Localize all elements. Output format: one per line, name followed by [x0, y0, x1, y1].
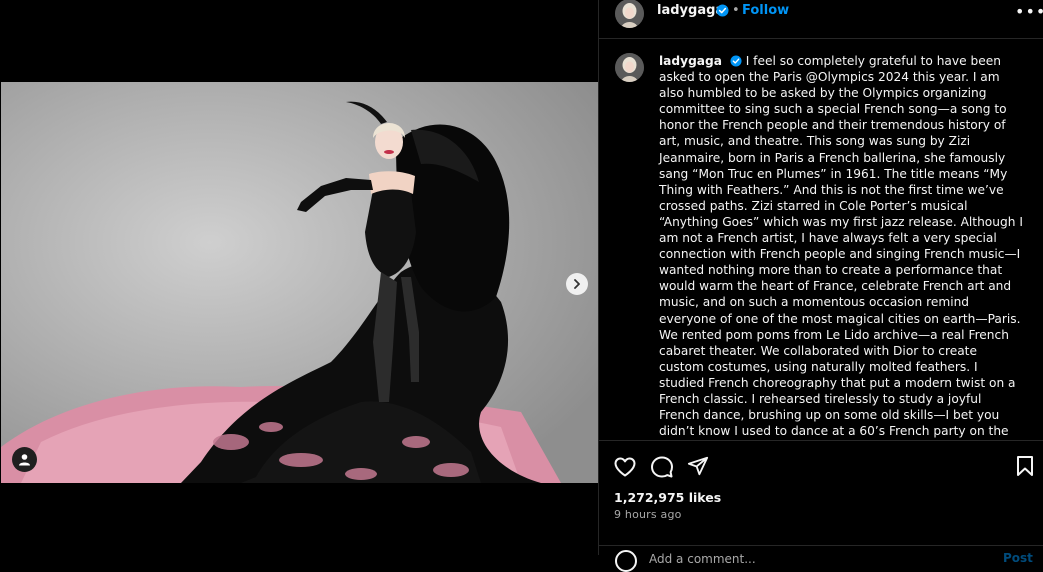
- post-caption: ladygaga I feel so completely grateful t…: [659, 53, 1023, 440]
- post-comment-button[interactable]: Post: [1003, 551, 1033, 565]
- avatar-image: [615, 53, 644, 82]
- post-header: ladygaga • Follow •••: [599, 0, 1043, 39]
- comment-input[interactable]: [647, 551, 981, 567]
- tagged-users-button[interactable]: [12, 447, 37, 472]
- verified-badge-icon: [730, 55, 742, 67]
- author-username[interactable]: ladygaga: [657, 3, 724, 18]
- post-actions: 1,272,975 likes 9 hours ago Post: [599, 440, 1043, 572]
- like-count[interactable]: 1,272,975 likes: [614, 490, 721, 505]
- media-pane: [0, 0, 598, 555]
- post-photo[interactable]: [1, 82, 598, 483]
- user-tag-icon: [19, 454, 30, 466]
- post-side-panel: ladygaga • Follow ••• ladygaga I feel so…: [598, 0, 1043, 572]
- avatar-image: [615, 0, 644, 28]
- caption-text: I feel so completely grateful to have be…: [659, 54, 1023, 439]
- comment-row: Post: [599, 545, 1043, 572]
- comment-icon[interactable]: [650, 455, 674, 479]
- caption-username[interactable]: ladygaga: [659, 54, 722, 68]
- heart-icon[interactable]: [613, 455, 637, 479]
- caption-area[interactable]: ladygaga I feel so completely grateful t…: [599, 39, 1043, 440]
- bookmark-icon[interactable]: [1015, 455, 1035, 477]
- follow-button[interactable]: Follow: [742, 3, 789, 18]
- more-horizontal-icon[interactable]: •••: [1015, 2, 1043, 21]
- chevron-right-icon: [574, 279, 580, 289]
- photo-illustration: [1, 82, 598, 483]
- caption-avatar[interactable]: [615, 53, 644, 82]
- emoji-icon[interactable]: [615, 550, 637, 572]
- share-icon[interactable]: [687, 455, 709, 477]
- carousel-next-button[interactable]: [566, 273, 588, 295]
- verified-badge-icon: [716, 4, 729, 17]
- avatar[interactable]: [615, 0, 644, 28]
- separator-dot: •: [732, 3, 740, 18]
- post-timestamp[interactable]: 9 hours ago: [614, 508, 682, 521]
